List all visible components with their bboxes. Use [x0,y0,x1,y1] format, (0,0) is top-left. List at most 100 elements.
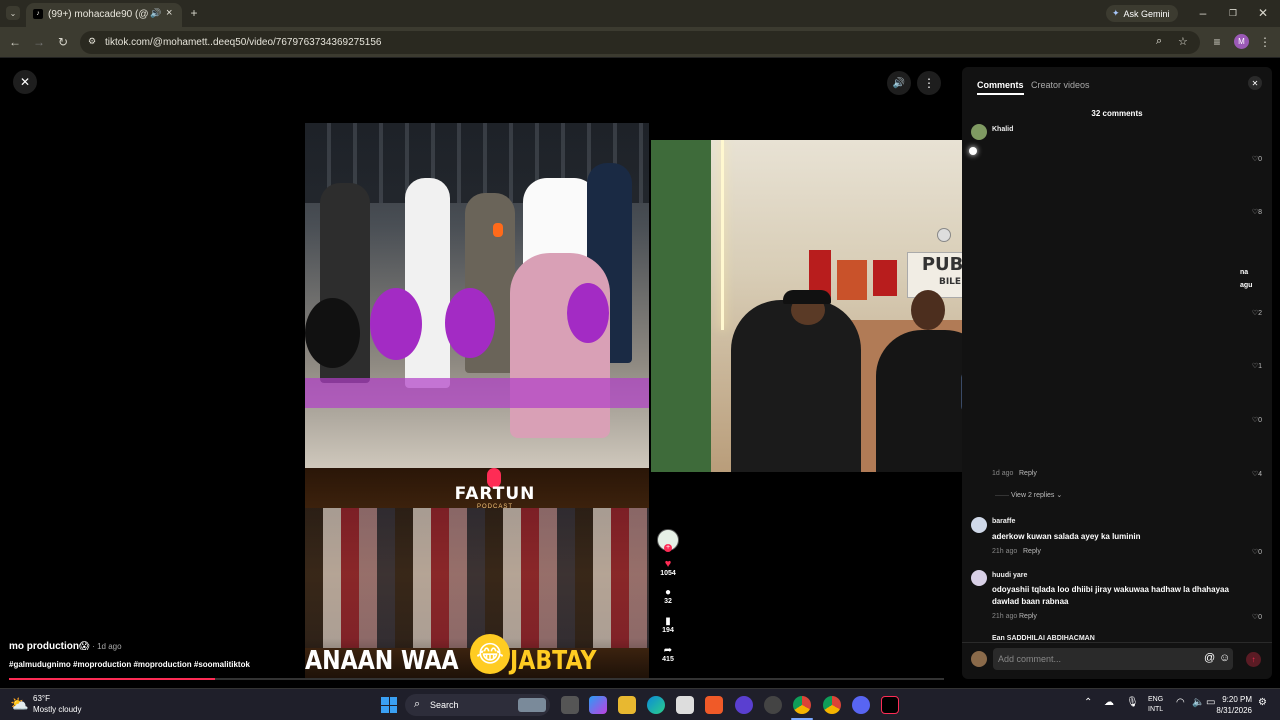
address-bar[interactable]: ⚙ tiktok.com/@mohamett..deeq50/video/767… [80,31,1200,54]
like-button[interactable]: ♥ 1054 [650,558,686,577]
add-comment-input[interactable]: Add comment... @ ☺ [993,648,1233,670]
tab-search-list-icon[interactable]: ≡ [1210,35,1224,49]
site-info-icon[interactable]: ⚙ [88,36,96,47]
volume-icon[interactable]: 🔈 [1192,697,1204,708]
mic-icon[interactable]: 🎙 [1126,697,1139,708]
post-comment-button[interactable]: ↑ [1246,652,1261,667]
reply-link[interactable]: Reply [1023,548,1041,555]
wifi-icon[interactable]: ◠ [1176,697,1185,708]
window-close-icon[interactable]: ✕ [1256,6,1270,20]
new-tab-button[interactable]: + [187,6,201,20]
like-count: 1 [1258,363,1262,370]
search-label: Search [430,700,459,710]
comment-like[interactable]: ♡8 [1252,208,1262,216]
minimize-icon[interactable]: – [1196,6,1210,20]
chrome-icon[interactable] [793,696,811,714]
avatar[interactable] [971,517,987,533]
edge-icon[interactable] [647,696,665,714]
video-frame-bottom[interactable]: FARTUN PODCAST ANAAN WAA 😂 JABTAY CAA [305,468,649,680]
comment-like[interactable]: ♡0 [1252,548,1262,556]
emoji-icon[interactable]: ☺ [1219,652,1230,664]
cloud-icon[interactable]: ☁ [1104,697,1114,708]
view-replies[interactable]: —— View 2 replies ⌄ [995,491,1062,499]
mention-icon[interactable]: @ [1204,652,1215,664]
light-strip [721,140,724,330]
profile-avatar[interactable]: M [1234,34,1249,49]
reload-icon[interactable]: ↻ [56,35,70,49]
weather-icon[interactable]: ⛅ [10,695,29,713]
taskbar-search[interactable]: ⌕ Search [405,694,550,716]
weather-temp[interactable]: 63°F [33,694,50,703]
chevron-up-icon[interactable]: ⌃ [1084,697,1092,708]
app-icon[interactable] [764,696,782,714]
more-options-button[interactable]: ⋮ [917,71,941,95]
avatar[interactable] [971,124,987,140]
avatar[interactable] [971,570,987,586]
laughing-emoji: 😂 [470,634,510,674]
ask-gemini-button[interactable]: ✦ Ask Gemini [1106,5,1178,22]
view-replies-label: View 2 replies [1010,492,1055,499]
notification-icon[interactable]: ⚙ [1258,697,1267,708]
task-view-icon[interactable] [561,696,579,714]
follow-plus-icon[interactable]: + [664,544,672,552]
commenter-name-partial: Ean SADDHILAI ABDIHACMAN [992,635,1095,640]
browser-menu-icon[interactable]: ⋮ [1258,35,1272,49]
chrome-icon[interactable] [823,696,841,714]
copilot-icon[interactable] [589,696,607,714]
url-text: tiktok.com/@mohamett..deeq50/video/76797… [105,37,382,48]
partial-text: na [1240,269,1249,276]
progress-fill [9,678,215,680]
comment-like[interactable]: ♡0 [1252,613,1262,621]
commenter-name[interactable]: huudi yare [992,572,1027,579]
wall-painting [837,260,867,300]
bookmark-star-icon[interactable]: ☆ [1178,35,1188,48]
bookmark-icon: ▮ [665,616,671,627]
share-button[interactable]: ➦ 415 [650,645,686,663]
volume-button[interactable]: 🔊 [887,71,911,95]
tab-audio-icon[interactable]: 🔊 [150,8,161,19]
clock[interactable]: 9:20 PM 8/31/2026 [1214,694,1252,716]
wall-flag [873,260,897,296]
browser-tab[interactable]: ♪ (99+) mohacade90 (@moh 🔊 × [26,3,182,27]
tab-creator-videos[interactable]: Creator videos [1031,80,1090,90]
author-name[interactable]: mo production [9,641,79,652]
comment-button[interactable]: ● 32 [650,587,686,605]
panel-close-icon[interactable]: ✕ [1248,76,1262,90]
close-video-button[interactable]: ✕ [13,70,37,94]
share-count: 415 [662,656,674,663]
file-explorer-icon[interactable] [618,696,636,714]
hashtags[interactable]: #galmudugnimo #moproduction #moproductio… [9,660,250,669]
comment-like[interactable]: ♡2 [1252,309,1262,317]
tiktok-icon[interactable] [881,696,899,714]
weather-desc[interactable]: Mostly cloudy [33,705,81,714]
tab-comments[interactable]: Comments [977,80,1024,95]
person-figure [510,253,610,438]
chair [567,283,609,343]
forward-icon[interactable]: → [32,35,46,49]
store-icon[interactable] [676,696,694,714]
video-frame-top[interactable] [305,123,649,468]
commenter-name[interactable]: Khalid [992,126,1013,133]
comment-bubble-icon: ● [664,587,672,598]
progress-track[interactable] [9,678,944,680]
discord-icon[interactable] [852,696,870,714]
tab-close-icon[interactable]: × [166,7,172,19]
comment-like[interactable]: ♡0 [1252,416,1262,424]
restore-icon[interactable]: ❐ [1226,6,1240,20]
commenter-name[interactable]: baraffe [992,518,1015,525]
reply-link[interactable]: Reply [1019,613,1037,620]
tab-search-icon[interactable]: ⌄ [6,6,20,20]
reply-link[interactable]: Reply [1019,470,1037,477]
brave-icon[interactable] [705,696,723,714]
zoom-icon[interactable]: ⌕ [1156,35,1162,48]
start-button[interactable] [381,697,397,713]
app-icon[interactable] [735,696,753,714]
comment-like[interactable]: ♡1 [1252,362,1262,370]
back-icon[interactable]: ← [8,35,22,49]
comment-count: 32 [664,598,672,605]
comment-like[interactable]: ♡4 [1252,470,1262,478]
save-button[interactable]: ▮ 194 [650,616,686,634]
person-left [731,300,861,472]
language-indicator[interactable]: ENG INTL [1148,695,1163,715]
comment-like[interactable]: ♡0 [1252,155,1262,163]
